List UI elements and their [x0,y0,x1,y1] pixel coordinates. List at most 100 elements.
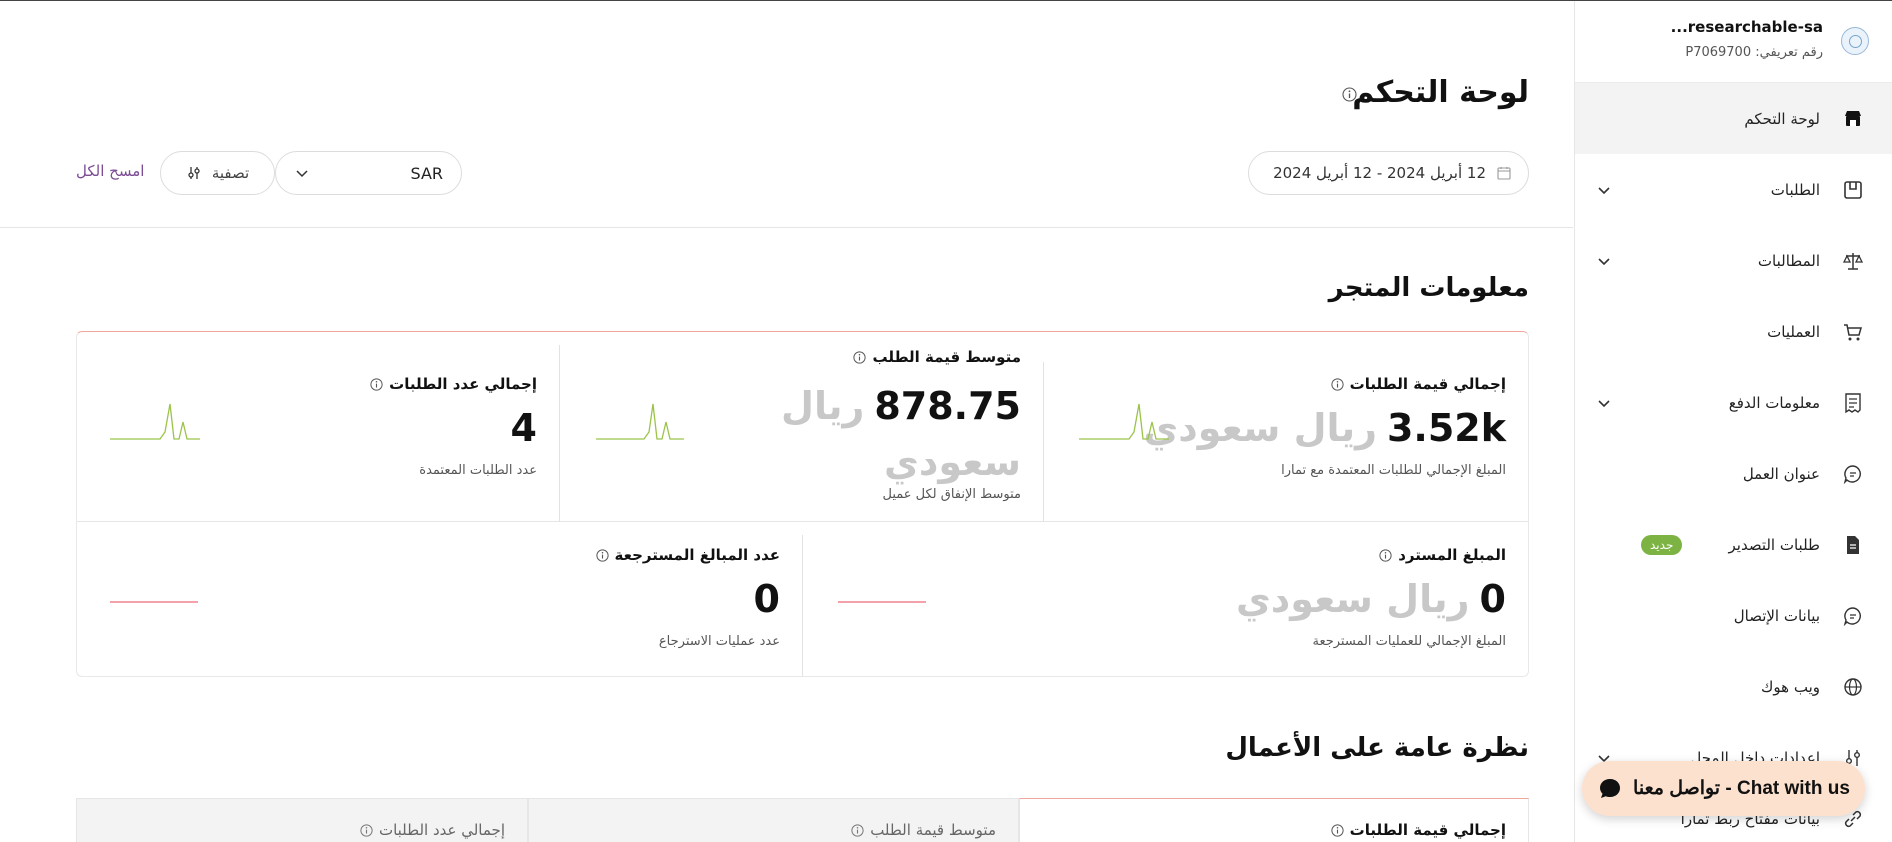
account-header[interactable]: researchable-sa... رقم تعريفي: P7069700 [1575,1,1892,83]
cart-icon [1842,321,1864,343]
stat-subtitle: المبلغ الإجمالي للطلبات المعتمدة مع تمار… [1281,463,1506,478]
tab-average-order-value[interactable]: متوسط قيمة الطلب [528,798,1019,842]
column-divider [802,535,803,676]
clear-all-link[interactable]: امسح الكل [76,162,144,180]
stat-refunded-amount: المبلغ المسترد 0ريال سعودي المبلغ الإجما… [803,522,1528,676]
chat-bubble-icon [1600,778,1621,798]
sidebar-item-webhook[interactable]: ويب هوك [1575,651,1892,722]
sidebar-item-label: معلومات الدفع [1728,393,1820,412]
chat-bubble-icon [1842,605,1864,627]
column-divider [559,345,560,522]
merchant-logo [1841,27,1869,55]
sidebar-item-label: الطلبات [1770,180,1820,199]
tab-label-text: إجمالي عدد الطلبات [378,821,505,839]
chevron-down-icon[interactable] [1595,394,1613,412]
stat-subtitle: متوسط الإنفاق لكل عميل [882,487,1021,502]
sidebar-item-operations[interactable]: العمليات [1575,296,1892,367]
sidebar-item-label: العمليات [1767,322,1820,341]
sidebar: researchable-sa... رقم تعريفي: P7069700 … [1574,1,1892,842]
sidebar-item-contact-data[interactable]: بيانات الإتصال [1575,580,1892,651]
stat-value: 3.52kريال سعودي [1143,406,1506,450]
info-icon[interactable] [595,548,609,562]
stat-currency: ريال سعودي [1235,577,1470,621]
stat-label: عدد المبالغ المسترجعة [595,546,780,564]
info-icon[interactable] [1331,823,1344,837]
main-content: لوحة التحكم 12 أبريل 2024 - 12 أبريل 202… [0,1,1573,842]
orders-icon [1842,179,1864,201]
sidebar-item-label: المطالبات [1757,251,1820,270]
stat-subtitle: عدد عمليات الاسترجاع [658,634,780,649]
receipt-icon [1842,392,1864,414]
sidebar-item-label: لوحة التحكم [1744,109,1820,128]
column-divider [1043,362,1044,522]
tab-label: إجمالي عدد الطلبات [360,821,505,839]
stats-row: المبلغ المسترد 0ريال سعودي المبلغ الإجما… [77,522,1528,676]
chevron-down-icon[interactable] [1595,181,1613,199]
stat-number: 0 [1479,577,1506,621]
business-overview-title: نظرة عامة على الأعمال [1225,733,1529,763]
store-stats-card: إجمالي قيمة الطلبات 3.52kريال سعودي المب… [76,331,1529,677]
store-info-title: معلومات المتجر [1328,273,1529,303]
tab-total-order-value[interactable]: إجمالي قيمة الطلبات [1019,798,1529,842]
info-icon[interactable] [360,823,373,837]
overview-tabs: إجمالي قيمة الطلبات متوسط قيمة الطلب إجم… [76,798,1529,842]
sidebar-item-export-requests[interactable]: طلبات التصدير جديد [1575,509,1892,580]
sidebar-item-label: بيانات الإتصال [1733,606,1820,625]
calendar-icon [1497,167,1511,180]
sidebar-item-dashboard[interactable]: لوحة التحكم [1575,83,1892,154]
stat-label-text: المبلغ المسترد [1398,546,1506,564]
new-badge: جديد [1641,534,1683,555]
stat-average-order-value: متوسط قيمة الطلب 878.75ريال سعودي متوسط … [560,332,1043,521]
sidebar-item-label: ويب هوك [1761,677,1820,696]
sidebar-item-business-address[interactable]: عنوان العمل [1575,438,1892,509]
tab-label-text: إجمالي قيمة الطلبات [1349,821,1506,839]
sidebar-item-orders[interactable]: الطلبات [1575,154,1892,225]
document-icon [1842,534,1864,556]
stat-currency: ريال سعودي [1143,406,1377,450]
sidebar-item-label: طلبات التصدير [1728,535,1821,554]
stat-number: 878.75 [874,384,1021,428]
stat-number: 0 [753,577,780,621]
tab-total-orders[interactable]: إجمالي عدد الطلبات [76,798,528,842]
tab-label: إجمالي قيمة الطلبات [1331,821,1506,839]
stat-total-orders: إجمالي عدد الطلبات 4 عدد الطلبات المعتمد… [77,332,559,521]
stat-value: 0ريال سعودي [1236,577,1506,621]
sidebar-item-payment-info[interactable]: معلومات الدفع [1575,367,1892,438]
date-range-picker[interactable]: 12 أبريل 2024 - 12 أبريل 2024 [1248,151,1529,195]
stat-label-text: متوسط قيمة الطلب [872,348,1021,366]
chat-with-us-button[interactable]: تواصل معنا - Chat with us [1582,761,1865,816]
page-title: لوحة التحكم [1352,75,1529,110]
stat-total-order-value: إجمالي قيمة الطلبات 3.52kريال سعودي المب… [1044,332,1528,521]
stat-label: متوسط قيمة الطلب [853,348,1021,366]
stat-label-text: عدد المبالغ المسترجعة [614,546,780,564]
header-divider [0,227,1573,228]
chat-bubble-icon [1842,463,1864,485]
sparkline-chart [110,601,198,603]
stat-number: 3.52k [1386,406,1506,450]
tab-label: متوسط قيمة الطلب [851,821,996,839]
info-icon[interactable] [1342,87,1357,102]
stat-subtitle: عدد الطلبات المعتمدة [419,463,537,478]
filter-button[interactable]: تصفية [160,151,275,195]
filter-sliders-icon [188,167,200,179]
info-icon[interactable] [1331,377,1344,391]
sparkline-chart [1079,403,1169,440]
sidebar-item-claims[interactable]: المطالبات [1575,225,1892,296]
info-icon[interactable] [370,377,383,391]
stat-refund-count: عدد المبالغ المسترجعة 0 عدد عمليات الاست… [77,522,802,676]
info-icon[interactable] [851,823,864,837]
stat-label: إجمالي عدد الطلبات [370,375,537,393]
info-icon[interactable] [853,350,867,364]
filter-label: تصفية [211,164,250,182]
merchant-name: researchable-sa... [1670,18,1823,36]
sparkline-chart [596,403,684,440]
currency-value: SAR [410,163,443,183]
stat-value: 0 [754,577,780,621]
sparkline-chart [110,403,200,440]
stat-label: المبلغ المسترد [1379,546,1506,564]
currency-select[interactable]: SAR [275,151,462,195]
store-icon [1842,108,1864,130]
stat-value: 4 [511,406,537,450]
info-icon[interactable] [1379,548,1392,562]
chevron-down-icon[interactable] [1595,252,1613,270]
